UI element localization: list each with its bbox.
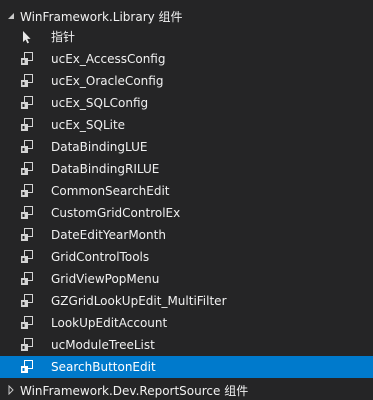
user-control-icon [19,95,35,111]
user-control-icon [19,227,35,243]
toolbox-item-label: ucEx_SQLConfig [51,96,149,110]
toolbox-item[interactable]: GridControlTools [0,246,373,268]
toolbox-group-header[interactable]: WinFramework.Library 组件 [0,6,373,26]
user-control-icon [19,205,35,221]
toolbox-item-label: 指针 [51,30,76,44]
toolbox-item-label: ucEx_OracleConfig [51,74,164,88]
toolbox-item[interactable]: ucEx_AccessConfig [0,48,373,70]
toolbox-item-selected[interactable]: SearchButtonEdit [0,356,373,378]
toolbox-item[interactable]: GridViewPopMenu [0,268,373,290]
user-control-icon [19,161,35,177]
user-control-icon [19,183,35,199]
toolbox-item-list: 指针 ucEx_AccessConfig ucEx_OracleConfig u… [0,26,373,378]
toolbox-item[interactable]: CustomGridControlEx [0,202,373,224]
toolbox-item-label: GridViewPopMenu [51,272,160,286]
user-control-icon [19,293,35,309]
toolbox-item-label: ucModuleTreeList [51,338,155,352]
user-control-icon [19,359,35,375]
user-control-icon [19,271,35,287]
toolbox-next-group-header[interactable]: WinFramework.Dev.ReportSource 组件 [0,380,373,400]
toolbox-item-label: CustomGridControlEx [51,206,181,220]
toolbox-item-label: DateEditYearMonth [51,228,166,242]
toolbox-item[interactable]: DataBindingLUE [0,136,373,158]
toolbox-item-label: GridControlTools [51,250,150,264]
next-group-title: WinFramework.Dev.ReportSource 组件 [20,383,249,398]
user-control-icon [19,139,35,155]
toolbox-item[interactable]: GZGridLookUpEdit_MultiFilter [0,290,373,312]
toolbox-item-label: ucEx_SQLite [51,118,126,132]
user-control-icon [19,73,35,89]
toolbox-item[interactable]: ucEx_SQLite [0,114,373,136]
toolbox-item[interactable]: DataBindingRILUE [0,158,373,180]
toolbox-item-label: GZGridLookUpEdit_MultiFilter [51,294,227,308]
chevron-down-icon[interactable] [0,11,20,21]
toolbox-item[interactable]: LookUpEditAccount [0,312,373,334]
user-control-icon [19,315,35,331]
toolbox-item[interactable]: DateEditYearMonth [0,224,373,246]
chevron-right-icon[interactable] [0,385,20,395]
toolbox-item[interactable]: ucEx_OracleConfig [0,70,373,92]
toolbox-item[interactable]: CommonSearchEdit [0,180,373,202]
user-control-icon [19,249,35,265]
toolbox-item-label: ucEx_AccessConfig [51,52,166,66]
user-control-icon [19,51,35,67]
user-control-icon [19,117,35,133]
toolbox-item-pointer[interactable]: 指针 [0,26,373,48]
toolbox-item-label: CommonSearchEdit [51,184,170,198]
toolbox-item-label: SearchButtonEdit [51,360,156,374]
pointer-icon [19,29,35,45]
toolbox-item-label: LookUpEditAccount [51,316,168,330]
toolbox-item-label: DataBindingRILUE [51,162,160,176]
toolbox-item[interactable]: ucModuleTreeList [0,334,373,356]
toolbox-item[interactable]: ucEx_SQLConfig [0,92,373,114]
toolbox-item-label: DataBindingLUE [51,140,148,154]
user-control-icon [19,337,35,353]
group-title: WinFramework.Library 组件 [20,9,183,24]
